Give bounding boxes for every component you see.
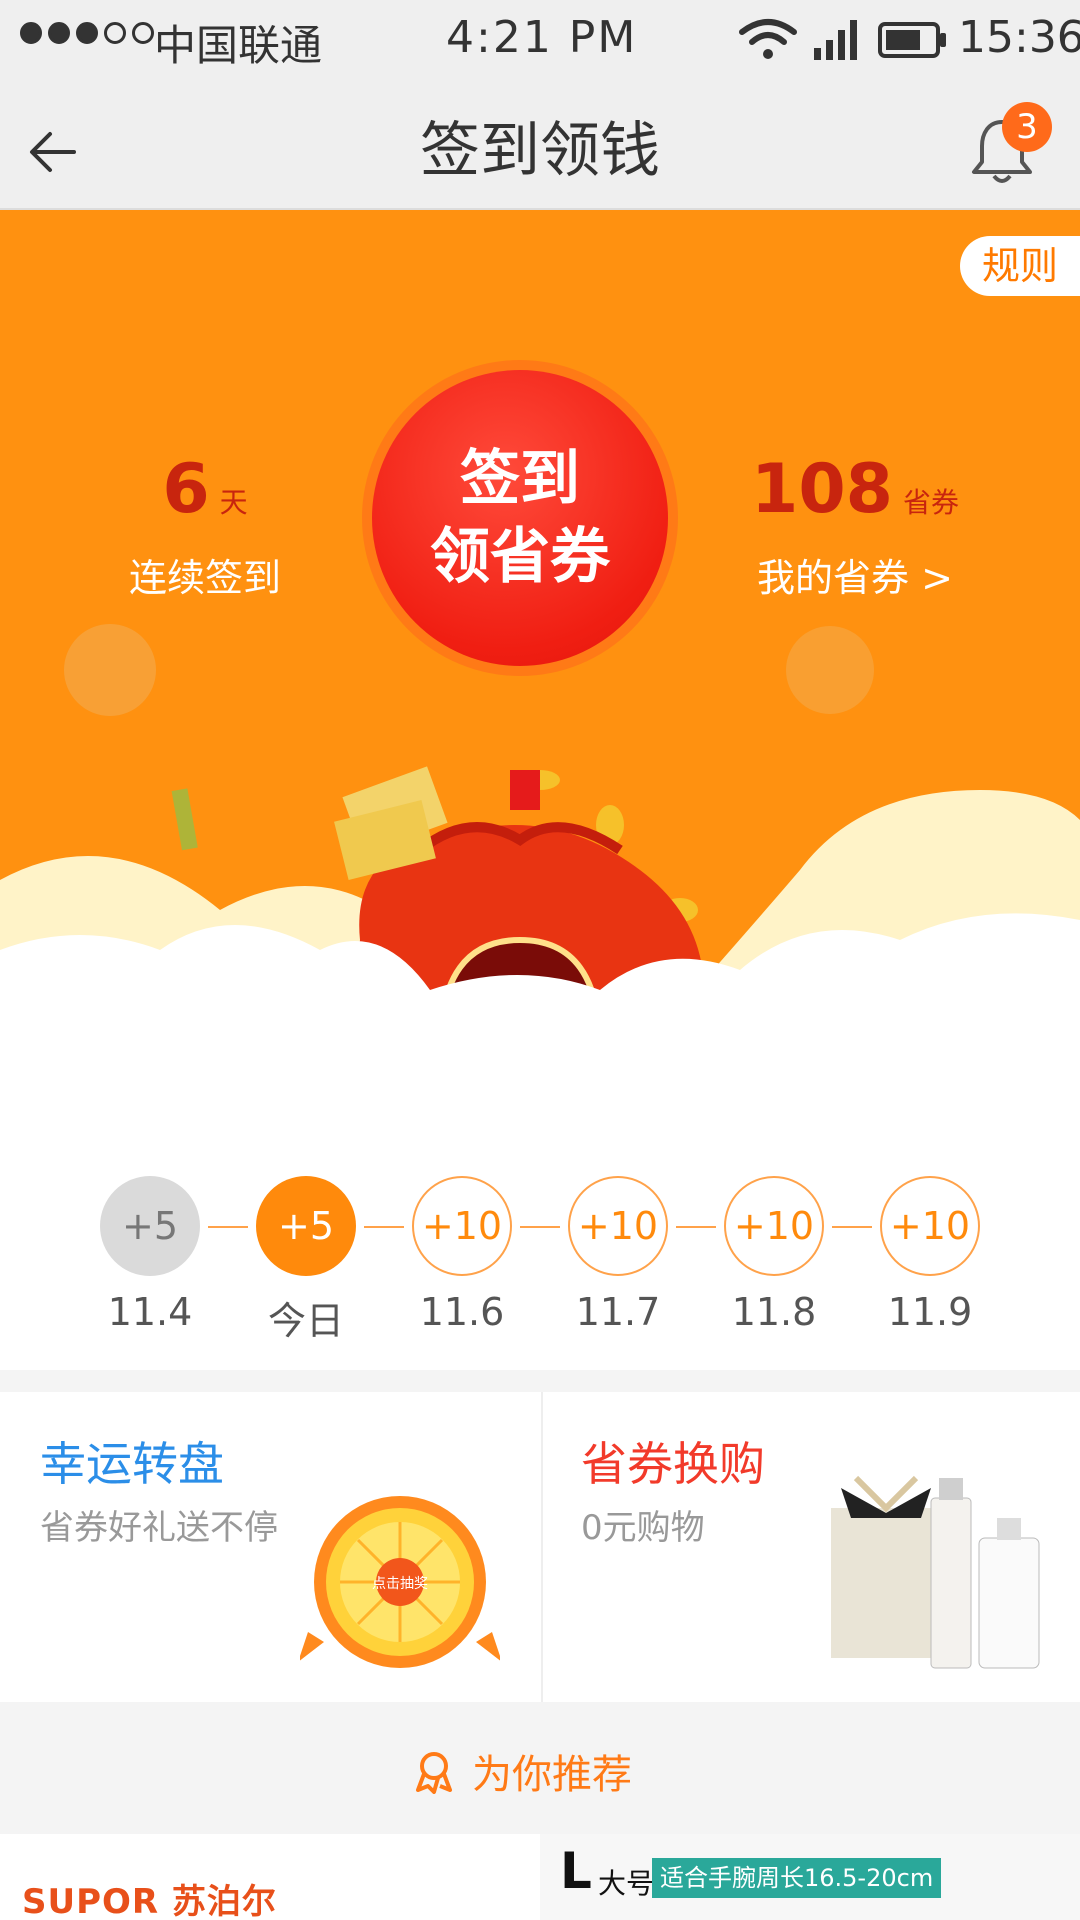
signal-dots-icon	[20, 22, 154, 44]
timeline-connector	[364, 1226, 404, 1228]
timeline-connector	[676, 1226, 716, 1228]
checkin-button[interactable]: 签到 领省券	[372, 370, 668, 666]
checkin-timeline: +5 +5 +10 +10 +10 +10 11.4 今日 11.6 11.7 …	[0, 1140, 1080, 1370]
streak-days-value: 6	[162, 450, 210, 529]
coupon-exchange-title: 省券换购	[581, 1437, 765, 1491]
streak-label: 连续签到	[128, 556, 281, 600]
lucky-bag-illustration	[0, 624, 1080, 1140]
wifi-icon	[739, 19, 797, 59]
product-size-word: 大号	[598, 1867, 655, 1900]
checkin-button-line1: 签到	[460, 444, 580, 514]
lucky-wheel-center-text: 点击抽奖	[372, 1575, 428, 1592]
product-card-supor[interactable]: SUPOR 苏泊尔	[0, 1834, 534, 1920]
lucky-wheel-card[interactable]: 幸运转盘 省券好礼送不停 点击抽奖	[0, 1392, 540, 1702]
checkin-hero: 规则 6天 连续签到 签到 领省券 108 省券 我的省券 >	[0, 210, 1080, 1140]
coupons-value: 108	[751, 450, 893, 529]
carrier-name: 中国联通	[154, 21, 323, 70]
day-date-5: 11.8	[731, 1290, 817, 1334]
streak-stat: 6天 连续签到	[110, 450, 300, 602]
coupon-exchange-card[interactable]: 省券换购 0元购物	[541, 1392, 1080, 1702]
promo-cards: 幸运转盘 省券好礼送不停 点击抽奖 省券换购 0元购物	[0, 1392, 1080, 1702]
day-reward-5: +10	[724, 1176, 824, 1276]
page: 中国联通 4:21 PM 15:36 签到领钱 3 规则 6 天 连续签到 签到…	[0, 0, 1080, 1920]
page-title: 签到领钱	[420, 116, 660, 186]
notification-badge: 3	[1002, 102, 1052, 152]
lucky-wheel-icon: 点击抽奖	[300, 1496, 500, 1668]
day-date-2: 今日	[267, 1299, 344, 1343]
status-clock: 15:36	[958, 12, 1080, 63]
day-date-3: 11.6	[419, 1290, 505, 1334]
streak-days-unit: 天	[219, 486, 248, 519]
status-bar: 中国联通 4:21 PM 15:36	[0, 0, 1080, 80]
ribbon-badge-icon	[416, 1752, 452, 1794]
recommend-label: 为你推荐	[472, 1752, 632, 1798]
recommended-products: SUPOR 苏泊尔 L 大号 适合手腕周长16.5-20cm	[0, 1834, 1080, 1920]
product-fit-tag: 适合手腕周长16.5-20cm	[652, 1858, 942, 1898]
coupons-unit: 省券	[902, 486, 959, 519]
cellular-signal-icon	[814, 20, 857, 60]
coupon-exchange-subtitle: 0元购物	[581, 1508, 705, 1548]
product-size-letter: L	[560, 1842, 592, 1900]
day-date-4: 11.7	[575, 1290, 661, 1334]
day-reward-1: +5	[100, 1176, 200, 1276]
lucky-wheel-subtitle: 省券好礼送不停	[40, 1508, 278, 1548]
status-time: 4:21 PM	[446, 12, 638, 63]
my-coupons-label: 我的省券 >	[757, 556, 953, 600]
lucky-wheel-title: 幸运转盘	[40, 1437, 224, 1491]
battery-icon	[878, 22, 946, 58]
timeline-connector	[832, 1226, 872, 1228]
day-reward-2: +5	[256, 1176, 356, 1276]
rules-button[interactable]: 规则	[960, 236, 1080, 296]
day-date-1: 11.4	[107, 1290, 193, 1334]
timeline-connector	[520, 1226, 560, 1228]
product-brand: SUPOR 苏泊尔	[22, 1882, 277, 1920]
my-coupons-link[interactable]: 108 省券 我的省券 >	[740, 450, 970, 602]
day-reward-3: +10	[412, 1176, 512, 1276]
checkin-button-line2: 领省券	[430, 522, 610, 592]
perfume-product-image	[831, 1475, 1040, 1669]
day-reward-6: +10	[880, 1176, 980, 1276]
recommend-section-header: 为你推荐	[0, 1702, 1080, 1834]
nav-bar: 签到领钱 3	[0, 80, 1080, 210]
day-date-6: 11.9	[887, 1290, 973, 1334]
timeline-connector	[208, 1226, 248, 1228]
product-card-bracelet[interactable]: L 大号 适合手腕周长16.5-20cm	[540, 1834, 1080, 1920]
day-reward-4: +10	[568, 1176, 668, 1276]
